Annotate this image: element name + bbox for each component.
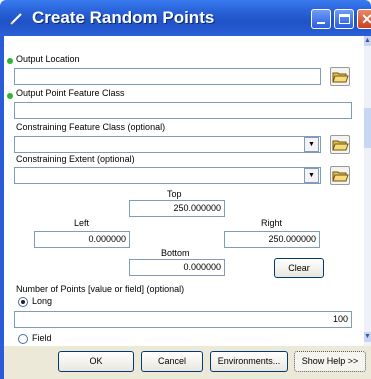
scroll-down-arrow-icon[interactable]: ▼ <box>364 332 371 342</box>
open-folder-icon <box>332 72 349 83</box>
window-title: Create Random Points <box>32 8 215 27</box>
extent-right-input[interactable]: 250.000000 <box>224 231 320 248</box>
ok-button[interactable]: OK <box>58 351 134 372</box>
constraining-feature-class-browse-button[interactable] <box>330 135 350 154</box>
pencil-icon <box>10 13 22 25</box>
extent-bottom-label: Bottom <box>161 248 190 258</box>
output-point-feature-class-input[interactable] <box>14 102 352 119</box>
field-radio[interactable] <box>18 334 28 344</box>
extent-left-input[interactable]: 0.000000 <box>34 231 130 248</box>
constraining-extent-combo[interactable] <box>14 167 321 184</box>
constraining-extent-label: Constraining Extent (optional) <box>16 154 135 164</box>
field-radio-label: Field <box>32 333 52 343</box>
required-marker <box>7 93 13 99</box>
minimize-button[interactable] <box>311 9 331 29</box>
required-marker <box>7 58 13 64</box>
show-help-button[interactable]: Show Help >> <box>294 351 366 372</box>
chevron-down-icon[interactable]: ▼ <box>304 168 319 183</box>
maximize-button[interactable] <box>334 9 354 29</box>
cancel-button[interactable]: Cancel <box>141 351 203 372</box>
number-of-points-label: Number of Points [value or field] (optio… <box>16 284 185 294</box>
output-point-feature-class-label: Output Point Feature Class <box>16 88 125 98</box>
constraining-feature-class-combo[interactable] <box>14 136 321 153</box>
extent-right-label: Right <box>261 218 283 228</box>
open-folder-icon <box>332 171 349 182</box>
extent-left-label: Left <box>74 218 90 228</box>
output-location-input[interactable] <box>14 68 321 85</box>
chevron-down-icon[interactable]: ▼ <box>304 137 319 152</box>
minimize-icon <box>317 22 325 24</box>
close-button[interactable]: ✕ <box>357 9 371 29</box>
constraining-extent-browse-button[interactable] <box>330 166 350 185</box>
extent-top-input[interactable]: 250.000000 <box>129 200 225 217</box>
scrollbar-thumb[interactable] <box>364 108 371 148</box>
dialog-content: Output Location Output Point Feature Cla… <box>4 36 364 336</box>
long-radio-label: Long <box>32 296 53 306</box>
title-bar[interactable]: Create Random Points ✕ <box>0 0 371 36</box>
scroll-up-arrow-icon[interactable]: ▲ <box>364 36 371 46</box>
number-of-points-input[interactable]: 100 <box>14 311 352 328</box>
output-location-browse-button[interactable] <box>330 67 350 86</box>
output-location-label: Output Location <box>16 54 80 64</box>
extent-top-label: Top <box>167 189 182 199</box>
extent-bottom-input[interactable]: 0.000000 <box>129 259 225 276</box>
constraining-feature-class-label: Constraining Feature Class (optional) <box>16 122 166 132</box>
clear-extent-button[interactable]: Clear <box>274 258 324 278</box>
close-icon: ✕ <box>361 11 371 27</box>
vertical-scrollbar[interactable]: ▲ ▼ <box>364 36 371 346</box>
open-folder-icon <box>332 140 349 151</box>
long-radio[interactable] <box>18 297 28 307</box>
maximize-icon <box>339 14 350 24</box>
environments-button[interactable]: Environments... <box>210 351 288 372</box>
